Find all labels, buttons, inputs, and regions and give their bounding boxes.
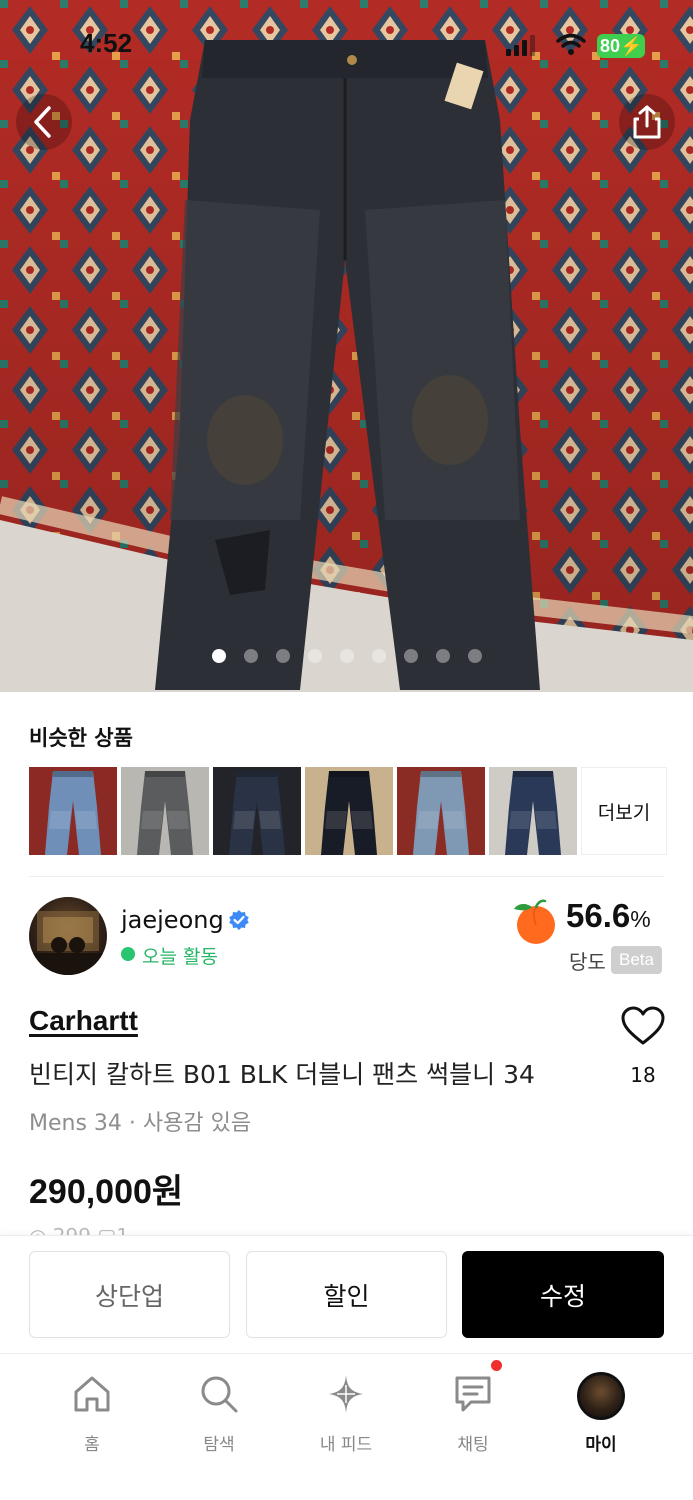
sparkle-icon — [329, 1375, 363, 1413]
product-photo — [0, 0, 693, 692]
similar-items-list: 더보기 — [29, 767, 667, 855]
status-time: 4:52 — [80, 28, 133, 58]
sweetness-score: 56.6% — [566, 897, 651, 935]
discount-button[interactable]: 할인 — [246, 1251, 447, 1338]
pants-image — [45, 771, 101, 855]
heart-icon[interactable] — [620, 1005, 666, 1047]
action-bar: 상단업 할인 수정 — [0, 1235, 693, 1353]
pants-image — [413, 771, 469, 855]
product-price: 290,000원 — [29, 1173, 184, 1211]
carousel-dot[interactable] — [435, 649, 450, 663]
gray-jeans-thumb[interactable] — [121, 767, 209, 855]
pants-image — [229, 771, 285, 855]
divider — [29, 876, 664, 877]
dark-navy-jeans-thumb[interactable] — [213, 767, 301, 855]
share-icon — [633, 105, 661, 139]
similar-items-title: 비슷한 상품 — [29, 726, 133, 750]
light-blue-jeans-thumb[interactable] — [29, 767, 117, 855]
chat-icon-wrap — [451, 1360, 502, 1416]
tab-my[interactable]: 마이 — [546, 1372, 656, 1455]
wifi-icon — [556, 33, 586, 55]
sweetness-unit: % — [630, 906, 651, 932]
tab-chat[interactable]: 채팅 — [418, 1360, 528, 1455]
cellular-signal-icon — [506, 35, 535, 56]
edit-button[interactable]: 수정 — [462, 1251, 664, 1338]
chat-icon — [455, 1376, 491, 1412]
tab-search[interactable]: 탐색 — [164, 1372, 274, 1455]
bottom-tab-bar: 홈 탐색 내 피드 채팅 마이 — [0, 1353, 693, 1500]
carousel-dot[interactable] — [371, 649, 386, 663]
peach-icon — [514, 899, 555, 944]
status-bar: 4:52 80⚡ — [0, 0, 693, 92]
home-icon — [74, 1376, 110, 1412]
sweetness-label: 당도 — [569, 950, 606, 974]
carousel-dot[interactable] — [339, 649, 354, 663]
carousel-dot[interactable] — [211, 649, 226, 663]
tab-home[interactable]: 홈 — [37, 1372, 147, 1455]
carousel-dot[interactable] — [275, 649, 290, 663]
carousel-dot[interactable] — [403, 649, 418, 663]
product-meta: Mens 34 · 사용감 있음 — [29, 1111, 252, 1136]
seller-avatar-image — [29, 911, 107, 975]
blue-jeans-thumb[interactable] — [397, 767, 485, 855]
seller-name[interactable]: jaejeong — [121, 906, 224, 934]
activity-status: 오늘 활동 — [142, 946, 218, 968]
chevron-left-icon — [34, 106, 51, 138]
tab-label: 탐색 — [203, 1435, 235, 1455]
indigo-jeans-thumb[interactable] — [489, 767, 577, 855]
battery-indicator: 80⚡ — [597, 34, 646, 58]
pants-image — [321, 771, 377, 855]
bump-button[interactable]: 상단업 — [29, 1251, 230, 1338]
product-title: 빈티지 칼하트 B01 BLK 더블니 팬츠 썩블니 34 — [29, 1060, 535, 1089]
carousel-dot[interactable] — [307, 649, 322, 663]
brand-link[interactable]: Carhartt — [29, 1005, 138, 1037]
back-button[interactable] — [16, 94, 72, 150]
share-button[interactable] — [619, 94, 675, 150]
battery-level: 80 — [600, 36, 621, 56]
sweetness-value: 56.6 — [566, 897, 631, 934]
carousel-pagination[interactable] — [0, 649, 693, 665]
tab-label: 채팅 — [457, 1435, 489, 1455]
verified-badge-icon — [229, 910, 249, 930]
unread-badge — [491, 1360, 502, 1371]
tab-label: 홈 — [84, 1435, 100, 1455]
tab-my-feed[interactable]: 내 피드 — [291, 1372, 401, 1455]
carousel-dot[interactable] — [243, 649, 258, 663]
tab-label: 마이 — [585, 1435, 617, 1455]
search-icon — [201, 1376, 238, 1413]
online-status-dot — [121, 947, 135, 961]
avatar — [577, 1372, 625, 1420]
see-more-button[interactable]: 더보기 — [581, 767, 667, 855]
beta-badge: Beta — [611, 946, 662, 974]
like-count: 18 — [630, 1063, 656, 1087]
black-jeans-thumb[interactable] — [305, 767, 393, 855]
pants-image — [505, 771, 561, 855]
product-image-carousel[interactable]: 4:52 80⚡ — [0, 0, 693, 692]
tab-label: 내 피드 — [319, 1435, 373, 1455]
pants-image — [137, 771, 193, 855]
seller-avatar[interactable] — [29, 897, 107, 975]
carousel-dot[interactable] — [467, 649, 482, 663]
